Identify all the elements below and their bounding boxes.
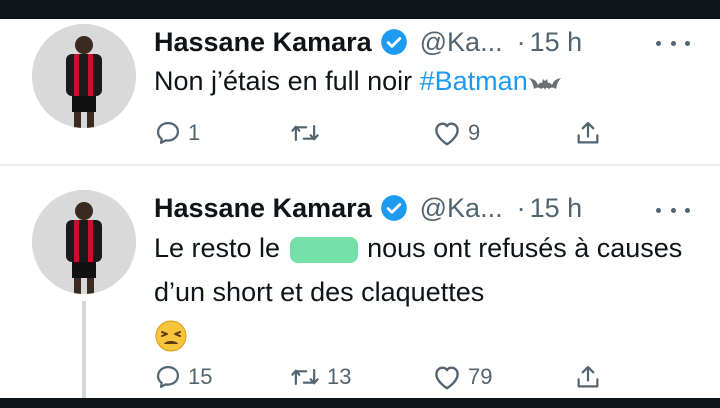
- share-button[interactable]: [574, 116, 602, 150]
- separator-dot: ·: [516, 26, 526, 57]
- thread-line: [82, 301, 86, 401]
- timestamp[interactable]: 15 h: [530, 193, 583, 224]
- like-count: 79: [468, 364, 493, 389]
- avatar[interactable]: [32, 24, 136, 128]
- heart-icon: [435, 122, 459, 146]
- heart-icon: [435, 366, 459, 390]
- retweet-icon: [291, 369, 319, 385]
- like-count: 9: [468, 120, 481, 145]
- avatar[interactable]: [32, 190, 136, 294]
- timestamp[interactable]: 15 h: [530, 27, 583, 58]
- retweet-count: 13: [327, 364, 352, 389]
- timeline: Hassane Kamara @Ka... · 15 h Non j’étais…: [0, 19, 720, 401]
- tweet[interactable]: Hassane Kamara @Ka... · 15 h Le resto le…: [0, 166, 720, 401]
- verified-badge-icon: [380, 29, 407, 55]
- redaction-mark: [289, 236, 358, 263]
- reply-count: 15: [188, 364, 213, 389]
- tweet-text-body: Non j’étais en full noir: [154, 66, 420, 96]
- tweet-actions: 1 9: [154, 116, 614, 150]
- retweet-button[interactable]: [289, 116, 327, 150]
- more-options-icon[interactable]: [656, 33, 690, 53]
- retweet-button[interactable]: 13: [289, 360, 351, 394]
- retweet-icon: [291, 125, 319, 141]
- tweet[interactable]: Hassane Kamara @Ka... · 15 h Non j’étais…: [0, 19, 720, 166]
- verified-badge-icon: [380, 195, 407, 221]
- tweet-header: Hassane Kamara @Ka... · 15 h: [154, 22, 582, 62]
- tweet-text: Non j’étais en full noir #Batman: [154, 59, 694, 103]
- like-button[interactable]: 79: [432, 360, 492, 394]
- author-name[interactable]: Hassane Kamara: [154, 193, 372, 224]
- reply-button[interactable]: 15: [154, 360, 212, 394]
- avatar-photo: [32, 190, 136, 294]
- tweet-text: Le resto le nous ont refusés à causes d’…: [154, 226, 694, 358]
- top-dark-bar: [0, 0, 720, 19]
- bottom-dark-bar: [0, 398, 720, 408]
- tweet-header: Hassane Kamara @Ka... · 15 h: [154, 188, 582, 228]
- share-icon: [577, 121, 599, 144]
- reply-button[interactable]: 1: [154, 116, 200, 150]
- share-button[interactable]: [574, 360, 602, 394]
- separator-dot: ·: [516, 192, 526, 223]
- emoji-line: [154, 314, 694, 358]
- hashtag-link[interactable]: #Batman: [420, 66, 528, 96]
- reply-count: 1: [188, 120, 201, 145]
- tired-face-emoji: [155, 320, 187, 352]
- more-options-icon[interactable]: [656, 200, 690, 220]
- avatar-photo: [32, 24, 136, 128]
- author-handle[interactable]: @Ka...: [420, 27, 503, 58]
- like-button[interactable]: 9: [432, 116, 480, 150]
- author-handle[interactable]: @Ka...: [420, 193, 503, 224]
- reply-icon: [156, 121, 180, 145]
- author-name[interactable]: Hassane Kamara: [154, 27, 372, 58]
- tweet-text-part1: Le resto le: [154, 233, 281, 263]
- bat-icon: [528, 77, 561, 90]
- tweet-actions: 15 13 79: [154, 360, 614, 394]
- reply-icon: [156, 365, 180, 389]
- share-icon: [577, 365, 599, 388]
